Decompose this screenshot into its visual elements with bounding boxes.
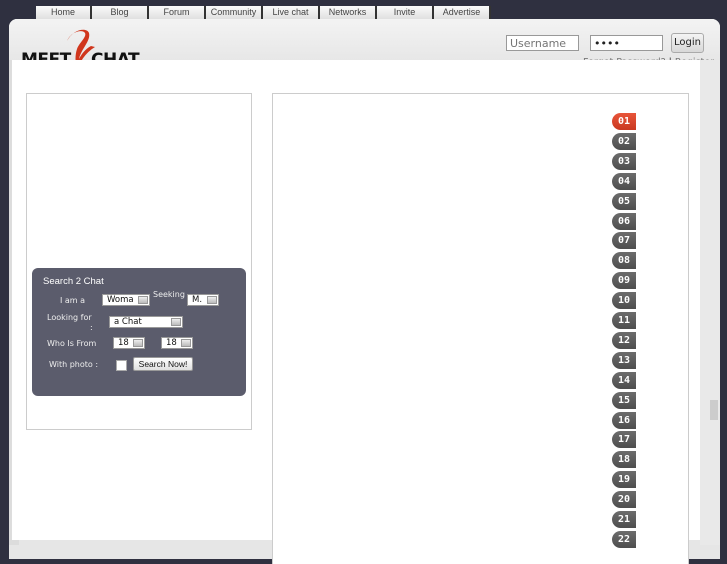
scrollbar-thumb[interactable] (710, 400, 718, 420)
chevron-down-icon (181, 339, 191, 347)
age-to-select[interactable]: 18 (161, 337, 193, 349)
with-photo-label: With photo : (49, 360, 99, 369)
page-button-03[interactable]: 03 (612, 152, 636, 170)
looking-for-select[interactable]: a Chat (109, 316, 183, 328)
login-button[interactable]: Login (671, 33, 704, 53)
i-am-value: Woma (107, 295, 134, 305)
search-title: Search 2 Chat (43, 276, 104, 287)
i-am-label: I am a (60, 296, 86, 305)
search-panel: Search 2 Chat I am a Woma Seeking M. Loo… (32, 268, 246, 396)
top-nav: Home Blog Forum Community Live chat Networks I… (36, 6, 491, 19)
page-button-09[interactable]: 09 (612, 272, 636, 290)
page-button-20[interactable]: 20 (612, 491, 636, 509)
page-button-05[interactable]: 05 (612, 192, 636, 210)
page-button-18[interactable]: 18 (612, 451, 636, 469)
page-button-06[interactable]: 06 (612, 212, 636, 230)
chevron-down-icon (138, 296, 148, 304)
password-input[interactable] (590, 35, 663, 51)
age-from-select[interactable]: 18 (113, 337, 145, 349)
page-button-13[interactable]: 13 (612, 351, 636, 369)
page-button-02[interactable]: 02 (612, 132, 636, 150)
nav-tab-invite[interactable]: Invite (377, 6, 434, 19)
seeking-label: Seeking (153, 290, 185, 299)
looking-for-label: Looking for (47, 313, 92, 322)
nav-tab-community[interactable]: Community (206, 6, 263, 19)
nav-tab-blog[interactable]: Blog (92, 6, 149, 19)
page-button-21[interactable]: 21 (612, 511, 636, 528)
who-is-from-label: Who Is From (47, 339, 97, 348)
page-button-19[interactable]: 19 (612, 471, 636, 489)
page-button-17[interactable]: 17 (612, 431, 636, 449)
nav-tab-live-chat[interactable]: Live chat (263, 6, 320, 19)
nav-tab-networks[interactable]: Networks (320, 6, 377, 19)
nav-tab-forum[interactable]: Forum (149, 6, 206, 19)
search-now-button[interactable]: Search Now! (133, 357, 193, 371)
i-am-select[interactable]: Woma (102, 294, 150, 306)
username-input[interactable] (506, 35, 579, 51)
page-button-14[interactable]: 14 (612, 371, 636, 389)
page-button-08[interactable]: 08 (612, 252, 636, 270)
seeking-value: M. (192, 295, 203, 305)
page-button-07[interactable]: 07 (612, 232, 636, 250)
page-button-01[interactable]: 01 (612, 113, 636, 130)
page-button-22[interactable]: 22 (612, 530, 636, 548)
nav-tab-home[interactable]: Home (36, 6, 92, 19)
nav-tab-advertise[interactable]: Advertise (434, 6, 491, 19)
age-to-value: 18 (166, 338, 177, 348)
chevron-down-icon (133, 339, 143, 347)
page-button-11[interactable]: 11 (612, 312, 636, 329)
page-button-12[interactable]: 12 (612, 331, 636, 349)
looking-for-value: a Chat (114, 317, 142, 327)
looking-for-colon: : (90, 323, 93, 332)
page-button-10[interactable]: 10 (612, 292, 636, 310)
page-button-16[interactable]: 16 (612, 411, 636, 429)
with-photo-checkbox[interactable] (116, 360, 127, 371)
seeking-select[interactable]: M. (187, 294, 219, 306)
page-button-15[interactable]: 15 (612, 391, 636, 409)
chevron-down-icon (207, 296, 217, 304)
chevron-down-icon (171, 318, 181, 326)
age-from-value: 18 (118, 338, 129, 348)
page-button-04[interactable]: 04 (612, 172, 636, 190)
scrollbar[interactable] (700, 60, 720, 545)
